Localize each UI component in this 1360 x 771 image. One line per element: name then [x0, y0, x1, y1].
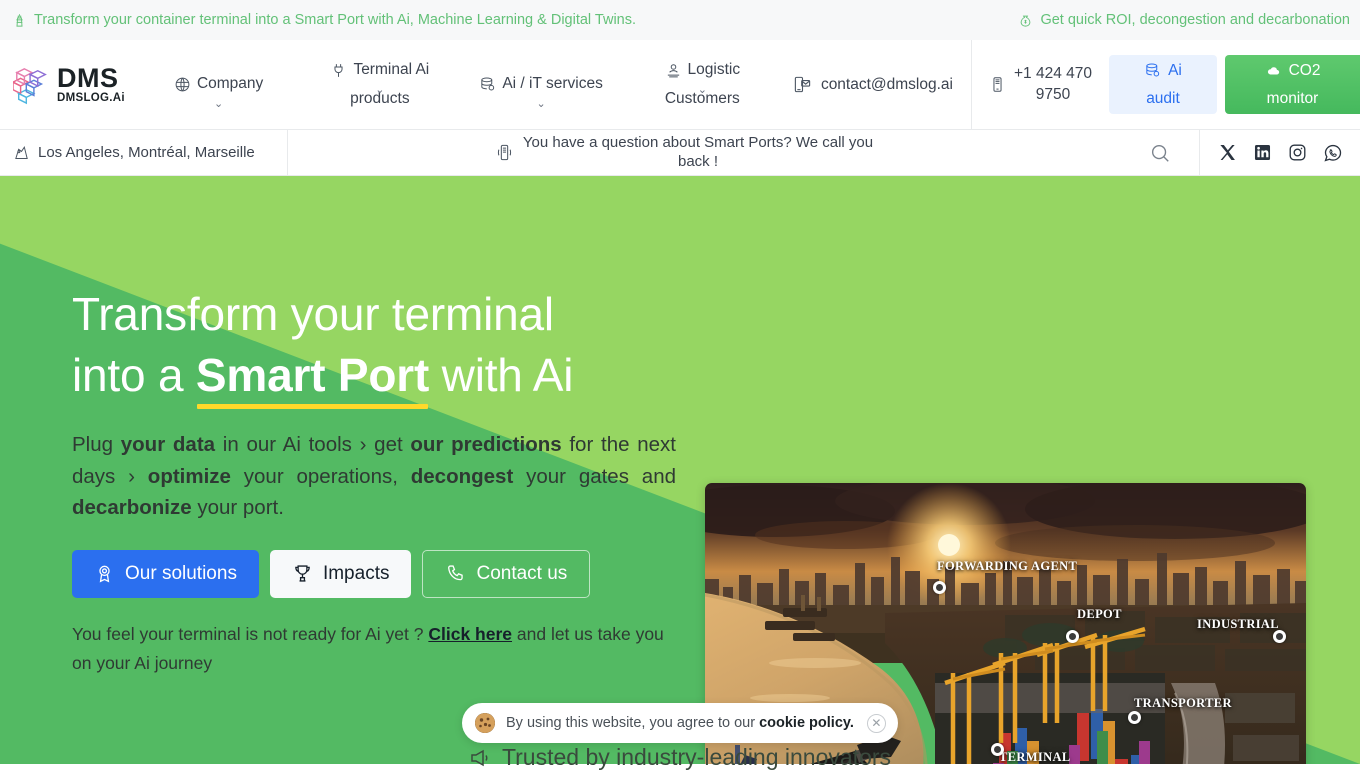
lighthouse-icon — [16, 13, 23, 27]
server-icon — [1146, 63, 1160, 77]
trusted-by-heading: Trusted by industry-leading innovators — [0, 744, 1360, 771]
impacts-button[interactable]: Impacts — [269, 549, 412, 598]
nav-item-logistic-label: Logistic — [687, 60, 741, 78]
nav-item-company-label: Company — [196, 75, 264, 93]
map-pin[interactable] — [1066, 630, 1079, 643]
locations-item[interactable]: Los Angeles, Montréal, Marseille — [0, 130, 288, 175]
co2-monitor-line1: CO2 — [1288, 62, 1321, 80]
chevron-down-icon: ⌄ — [536, 98, 546, 111]
dms-cube-logo-icon — [13, 67, 47, 104]
headline-line2-suffix: with Ai — [429, 348, 574, 401]
map-pin[interactable] — [1273, 630, 1286, 643]
co2-monitor-button[interactable]: CO2 monitor — [1225, 55, 1360, 114]
chevron-down-icon: ⌄ — [214, 98, 224, 111]
map-pin[interactable] — [1128, 711, 1141, 724]
chevron-down-icon: ⌄ — [697, 83, 707, 96]
mail-mobile-icon — [794, 76, 811, 93]
search-icon — [1151, 144, 1169, 162]
our-solutions-label: Our solutions — [125, 562, 237, 584]
cookie-policy-link[interactable]: cookie policy. — [759, 715, 854, 731]
award-icon — [99, 566, 110, 583]
headline-line2-prefix: into a — [72, 348, 196, 401]
ai-audit-line1: Ai — [1168, 62, 1182, 80]
cookie-text: By using this website, you agree to our … — [506, 715, 854, 731]
hero-paragraph: Plug your data in our Ai tools › get our… — [72, 433, 676, 519]
whatsapp-icon[interactable] — [1323, 143, 1343, 163]
co2-monitor-line2: monitor — [1266, 89, 1319, 107]
map-label: DEPOT — [1077, 607, 1122, 621]
social-links — [1200, 130, 1360, 175]
mobile-phone-icon — [993, 77, 1002, 92]
page-title: Transform your terminal into a Smart Por… — [72, 284, 682, 405]
map-label: TRANSPORTER — [1134, 696, 1232, 710]
user-logistics-icon — [667, 63, 679, 78]
x-twitter-icon[interactable] — [1218, 143, 1237, 162]
trophy-icon — [295, 565, 310, 582]
logo-name: DMS — [57, 62, 119, 93]
headline-line1: Transform your terminal — [72, 288, 554, 340]
cookie-text-main: By using this website, you agree to our — [506, 715, 760, 731]
hero-note: You feel your terminal is not ready for … — [72, 620, 678, 678]
money-bag-icon — [1021, 15, 1031, 27]
announcement-right-text: Get quick ROI, decongestion and decarbon… — [1040, 12, 1350, 28]
map-pin[interactable] — [933, 581, 946, 594]
header-phone-line1: +1 424 470 — [1013, 64, 1092, 82]
map-pin-icon — [15, 145, 28, 160]
hero-section: Transform your terminal into a Smart Por… — [0, 176, 1360, 764]
header-phone[interactable]: +1 424 470 9750 — [971, 40, 1109, 129]
nav-item-ai-it-label: Ai / iT services — [502, 75, 603, 93]
header-phone-line2: 9750 — [1035, 85, 1071, 103]
announcement-left: Transform your container terminal into a… — [12, 12, 636, 29]
instagram-icon[interactable] — [1288, 143, 1307, 162]
locations-text: Los Angeles, Montréal, Marseille — [38, 144, 255, 161]
sub-navigation: Los Angeles, Montréal, Marseille You hav… — [0, 130, 1360, 176]
callback-banner[interactable]: You have a question about Smart Ports? W… — [288, 130, 1120, 175]
trusted-by-text: Trusted by industry-leading innovators — [501, 744, 892, 770]
cookie-icon — [475, 713, 495, 733]
phone-icon — [448, 565, 464, 581]
ai-audit-button[interactable]: Ai audit — [1109, 55, 1217, 114]
logo-link[interactable]: DMS DMSLOG.Ai — [0, 40, 138, 129]
nav-item-ai-it-services[interactable]: Ai / iT services ⌄ — [460, 70, 621, 110]
nav-item-company[interactable]: Company ⌄ — [138, 70, 299, 110]
callback-line2: back ! — [677, 152, 719, 170]
plug-icon — [334, 63, 343, 77]
headline-highlight: Smart Port — [195, 348, 430, 401]
our-solutions-button[interactable]: Our solutions — [72, 549, 259, 598]
header-email-link[interactable]: contact@dmslog.ai — [783, 75, 971, 94]
contact-us-button[interactable]: Contact us — [422, 549, 591, 598]
callback-line1: You have a question about Smart Ports? W… — [522, 133, 874, 151]
map-label: FORWARDING AGENT — [937, 559, 1078, 573]
contact-us-label: Contact us — [476, 562, 568, 584]
cloud-icon — [1267, 67, 1279, 75]
hero-note-prefix: You feel your terminal is not ready for … — [72, 623, 429, 644]
announcement-bar: Transform your container terminal into a… — [0, 0, 1360, 40]
linkedin-icon[interactable] — [1253, 143, 1272, 162]
ai-audit-line2: audit — [1146, 89, 1180, 107]
search-button[interactable] — [1120, 130, 1200, 175]
impacts-label: Impacts — [322, 562, 390, 584]
hero-copy: Transform your terminal into a Smart Por… — [72, 284, 682, 678]
nav-items: Company ⌄ Terminal Ai ⌄ products Ai / iT… — [138, 40, 971, 129]
main-navigation: DMS DMSLOG.Ai Company ⌄ Terminal Ai ⌄ pr… — [0, 40, 1360, 130]
nav-item-terminal-ai-label: Terminal Ai — [353, 60, 430, 78]
mobile-ring-icon — [497, 144, 511, 161]
megaphone-icon — [471, 749, 488, 766]
chevron-down-icon: ⌄ — [375, 83, 385, 96]
server-icon — [481, 77, 495, 91]
header-email-text: contact@dmslog.ai — [820, 75, 953, 93]
hero-cta-buttons: Our solutions Impacts Contact us — [72, 549, 682, 598]
nav-item-logistic-customers[interactable]: Logistic ⌄ Customers — [622, 56, 783, 113]
logo-tagline: DMSLOG.Ai — [57, 91, 125, 104]
globe-icon — [175, 77, 190, 92]
close-icon[interactable]: ✕ — [866, 713, 886, 733]
click-here-link[interactable]: Click here — [428, 624, 512, 644]
nav-item-terminal-ai-products[interactable]: Terminal Ai ⌄ products — [299, 56, 460, 113]
announcement-left-text: Transform your container terminal into a… — [34, 12, 637, 28]
cookie-consent-bar: By using this website, you agree to our … — [462, 703, 898, 743]
announcement-right: Get quick ROI, decongestion and decarbon… — [1018, 12, 1350, 29]
map-label: INDUSTRIAL — [1197, 617, 1279, 631]
